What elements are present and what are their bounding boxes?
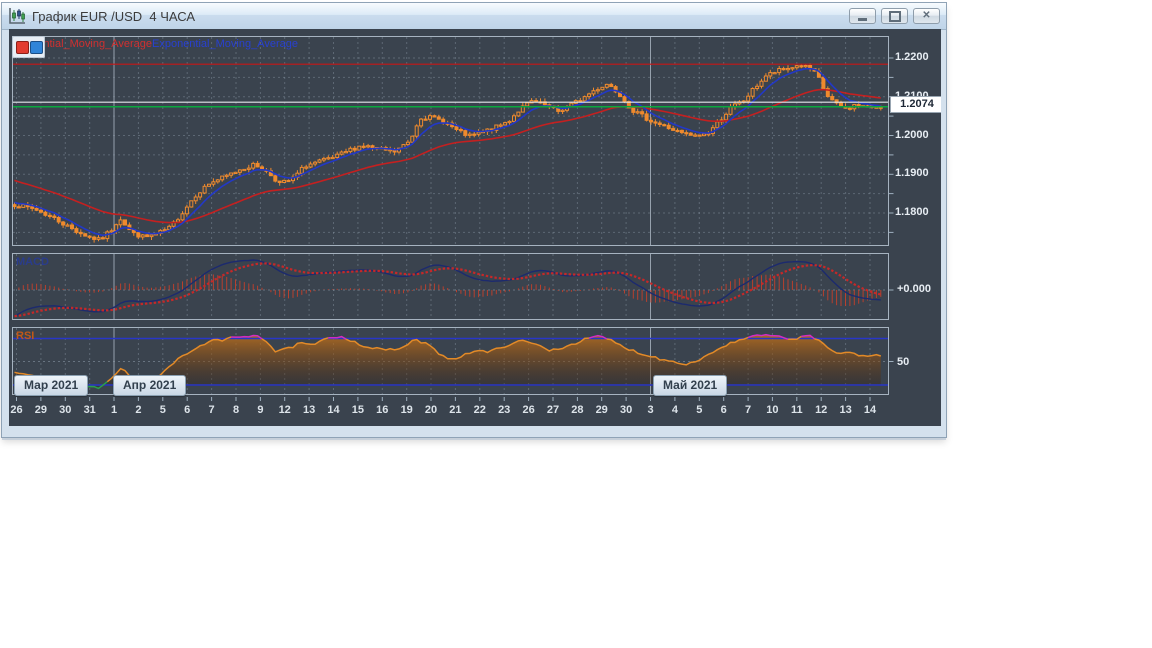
chart-window: График EUR /USD 4 ЧАСА ✕ Exponential_Mov… — [1, 2, 947, 438]
window-controls: ✕ — [844, 8, 940, 24]
chart-canvas[interactable] — [9, 29, 941, 426]
minimize-button[interactable] — [849, 8, 876, 24]
minimize-icon — [858, 17, 867, 21]
close-icon: ✕ — [922, 10, 931, 21]
close-button[interactable]: ✕ — [913, 8, 940, 24]
candlestick-chart-icon — [9, 8, 25, 24]
chart-client-area: Exponential_Moving_Average Exponential_M… — [9, 29, 941, 426]
macd-panel-content — [14, 259, 882, 318]
window-title: График EUR /USD 4 ЧАСА — [32, 9, 196, 24]
main-panel-border — [12, 36, 889, 246]
titlebar[interactable]: График EUR /USD 4 ЧАСА ✕ — [2, 3, 946, 30]
restore-icon — [888, 10, 901, 22]
maximize-button[interactable] — [881, 8, 908, 24]
ema-slow-line — [14, 88, 881, 224]
candlesticks — [13, 63, 883, 243]
desktop: График EUR /USD 4 ЧАСА ✕ Exponential_Mov… — [0, 0, 1152, 648]
